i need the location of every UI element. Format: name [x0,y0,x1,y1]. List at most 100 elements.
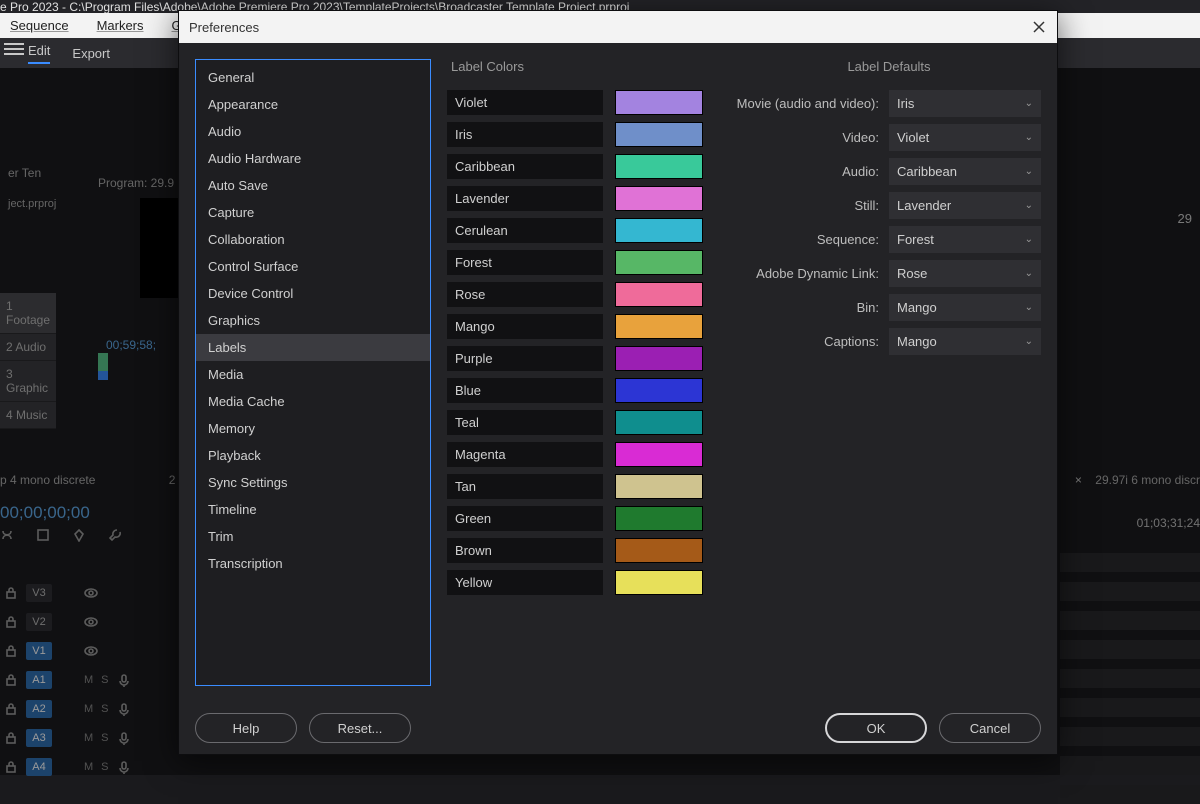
color-swatch-tan[interactable] [615,474,703,499]
lock-icon[interactable] [4,644,18,658]
menu-sequence[interactable]: Sequence [10,18,69,33]
label-default-select[interactable]: Mango⌄ [889,328,1041,355]
close-button[interactable] [1029,17,1049,37]
color-swatch-brown[interactable] [615,538,703,563]
color-swatch-violet[interactable] [615,90,703,115]
category-trim[interactable]: Trim [196,523,430,550]
bin-audio[interactable]: 2 Audio [0,334,56,361]
category-graphics[interactable]: Graphics [196,307,430,334]
color-swatch-caribbean[interactable] [615,154,703,179]
eye-icon[interactable] [84,615,98,629]
workspace-export[interactable]: Export [72,46,110,61]
mic-icon[interactable] [117,731,131,745]
label-color-name-input[interactable] [447,314,603,339]
category-playback[interactable]: Playback [196,442,430,469]
bin-graphic[interactable]: 3 Graphic [0,361,56,402]
category-list[interactable]: GeneralAppearanceAudioAudio HardwareAuto… [195,59,431,686]
category-transcription[interactable]: Transcription [196,550,430,577]
label-color-name-input[interactable] [447,538,603,563]
track-badge[interactable]: A2 [26,700,52,718]
lock-icon[interactable] [4,615,18,629]
label-default-select[interactable]: Iris⌄ [889,90,1041,117]
category-capture[interactable]: Capture [196,199,430,226]
label-color-name-input[interactable] [447,154,603,179]
track-a1[interactable]: A1 MS [0,665,180,694]
track-v3[interactable]: V3 [0,578,180,607]
label-color-name-input[interactable] [447,186,603,211]
sequence-tab-label[interactable]: p 4 mono discrete 2 [0,473,175,487]
workspace-edit[interactable]: Edit [28,43,50,64]
label-color-name-input[interactable] [447,250,603,275]
label-color-name-input[interactable] [447,570,603,595]
lock-icon[interactable] [4,731,18,745]
bin-footage[interactable]: 1 Footage [0,293,56,334]
track-badge[interactable]: A1 [26,671,52,689]
category-control-surface[interactable]: Control Surface [196,253,430,280]
color-swatch-lavender[interactable] [615,186,703,211]
linked-selection-icon[interactable] [36,528,50,542]
snap-icon[interactable] [0,528,14,542]
color-swatch-yellow[interactable] [615,570,703,595]
track-badge[interactable]: A3 [26,729,52,747]
label-color-name-input[interactable] [447,122,603,147]
color-swatch-magenta[interactable] [615,442,703,467]
lock-icon[interactable] [4,760,18,774]
panel-tab[interactable]: er Ten [0,163,64,183]
track-badge[interactable]: V2 [26,613,52,631]
color-swatch-cerulean[interactable] [615,218,703,243]
track-v2[interactable]: V2 [0,607,180,636]
track-badge[interactable]: A4 [26,758,52,776]
category-appearance[interactable]: Appearance [196,91,430,118]
category-audio[interactable]: Audio [196,118,430,145]
close-icon[interactable]: × [1075,473,1082,487]
track-v1[interactable]: V1 [0,636,180,665]
label-color-name-input[interactable] [447,474,603,499]
mic-icon[interactable] [117,702,131,716]
mic-icon[interactable] [117,760,131,774]
category-general[interactable]: General [196,64,430,91]
eye-icon[interactable] [84,644,98,658]
category-timeline[interactable]: Timeline [196,496,430,523]
color-swatch-rose[interactable] [615,282,703,307]
category-device-control[interactable]: Device Control [196,280,430,307]
lock-icon[interactable] [4,586,18,600]
label-color-name-input[interactable] [447,442,603,467]
reset-button[interactable]: Reset... [309,713,411,743]
label-default-select[interactable]: Mango⌄ [889,294,1041,321]
track-a3[interactable]: A3 MS [0,723,180,752]
label-color-name-input[interactable] [447,346,603,371]
category-collaboration[interactable]: Collaboration [196,226,430,253]
category-audio-hardware[interactable]: Audio Hardware [196,145,430,172]
bin-music[interactable]: 4 Music [0,402,56,429]
eye-icon[interactable] [84,586,98,600]
lock-icon[interactable] [4,673,18,687]
category-labels[interactable]: Labels [196,334,430,361]
color-swatch-forest[interactable] [615,250,703,275]
label-default-select[interactable]: Caribbean⌄ [889,158,1041,185]
category-media[interactable]: Media [196,361,430,388]
label-default-select[interactable]: Violet⌄ [889,124,1041,151]
color-swatch-green[interactable] [615,506,703,531]
marker-icon[interactable] [72,528,86,542]
category-media-cache[interactable]: Media Cache [196,388,430,415]
mic-icon[interactable] [117,673,131,687]
label-default-select[interactable]: Lavender⌄ [889,192,1041,219]
category-sync-settings[interactable]: Sync Settings [196,469,430,496]
label-default-select[interactable]: Rose⌄ [889,260,1041,287]
ok-button[interactable]: OK [825,713,927,743]
label-default-select[interactable]: Forest⌄ [889,226,1041,253]
hamburger-icon[interactable] [4,40,24,60]
label-color-name-input[interactable] [447,506,603,531]
label-color-name-input[interactable] [447,378,603,403]
right-sequence-tab[interactable]: × 29.97i 6 mono discr [1075,473,1200,487]
lock-icon[interactable] [4,702,18,716]
menu-markers[interactable]: Markers [97,18,144,33]
help-button[interactable]: Help [195,713,297,743]
track-a4[interactable]: A4 MS [0,752,180,781]
label-color-name-input[interactable] [447,218,603,243]
track-badge[interactable]: V1 [26,642,52,660]
label-color-name-input[interactable] [447,90,603,115]
cancel-button[interactable]: Cancel [939,713,1041,743]
category-auto-save[interactable]: Auto Save [196,172,430,199]
color-swatch-iris[interactable] [615,122,703,147]
